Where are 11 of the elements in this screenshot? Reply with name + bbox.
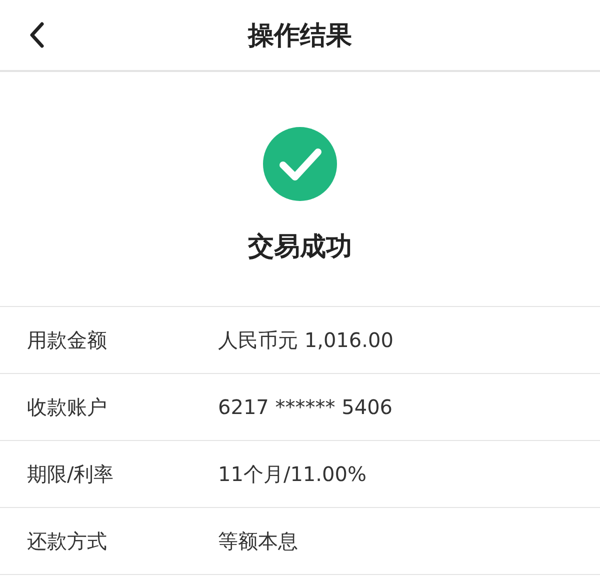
result-message: 交易成功 [248, 231, 352, 264]
field-value: 11个月/11.00% [218, 460, 366, 488]
field-value: 等额本息 [218, 528, 298, 554]
field-label: 还款方式 [27, 528, 108, 554]
chevron-left-icon [29, 22, 45, 48]
field-value: 人民币元 1,016.00 [218, 326, 394, 354]
field-label: 用款金额 [27, 326, 108, 354]
field-label: 期限/利率 [27, 460, 115, 488]
field-value: 6217 ****** 5406 [218, 395, 393, 419]
field-label: 收款账户 [27, 394, 108, 420]
page-title: 操作结果 [248, 20, 352, 52]
